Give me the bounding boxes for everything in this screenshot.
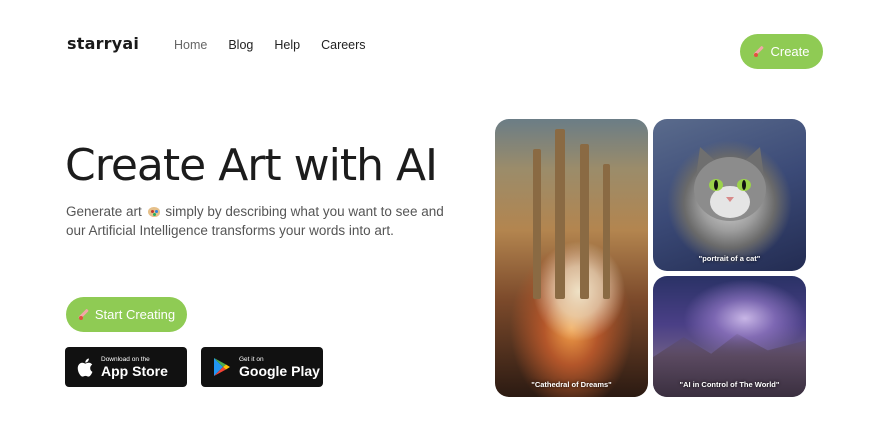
gallery-image-galaxy[interactable]: "AI in Control of The World" bbox=[653, 276, 806, 397]
create-button[interactable]: Create bbox=[740, 34, 823, 69]
hero-subtitle: Generate art simply by describing what y… bbox=[66, 202, 446, 240]
hero-subtitle-part1: Generate art bbox=[66, 204, 142, 219]
hero-title: Create Art with AI bbox=[65, 140, 438, 191]
caption-cathedral: "Cathedral of Dreams" bbox=[531, 380, 612, 389]
caption-cat: "portrait of a cat" bbox=[698, 254, 761, 263]
main-nav: Home Blog Help Careers bbox=[174, 38, 387, 52]
nav-help[interactable]: Help bbox=[274, 38, 300, 52]
palette-icon bbox=[147, 207, 160, 217]
gallery-image-cathedral[interactable]: "Cathedral of Dreams" bbox=[495, 119, 648, 397]
gallery-image-cat[interactable]: "portrait of a cat" bbox=[653, 119, 806, 271]
create-button-label: Create bbox=[770, 44, 810, 59]
google-play-icon bbox=[214, 358, 230, 376]
cathedral-spire bbox=[603, 164, 610, 299]
cathedral-spire bbox=[580, 144, 589, 299]
app-store-button[interactable]: Download on the App Store bbox=[65, 347, 187, 387]
app-store-big-text: App Store bbox=[101, 362, 168, 379]
start-creating-button[interactable]: Start Creating bbox=[66, 297, 187, 332]
caption-galaxy: "AI in Control of The World" bbox=[679, 380, 780, 389]
start-creating-label: Start Creating bbox=[94, 307, 176, 322]
nav-blog[interactable]: Blog bbox=[228, 38, 253, 52]
apple-icon bbox=[77, 358, 93, 377]
paintbrush-icon bbox=[78, 309, 89, 320]
cat-illustration bbox=[694, 147, 766, 221]
logo[interactable]: starryai bbox=[67, 34, 139, 53]
cathedral-spire bbox=[555, 129, 565, 299]
paintbrush-icon bbox=[753, 46, 764, 57]
google-play-big-text: Google Play bbox=[239, 362, 320, 379]
nav-home[interactable]: Home bbox=[174, 38, 207, 52]
nav-careers[interactable]: Careers bbox=[321, 38, 365, 52]
cathedral-spire bbox=[533, 149, 541, 299]
google-play-button[interactable]: Get it on Google Play bbox=[201, 347, 323, 387]
